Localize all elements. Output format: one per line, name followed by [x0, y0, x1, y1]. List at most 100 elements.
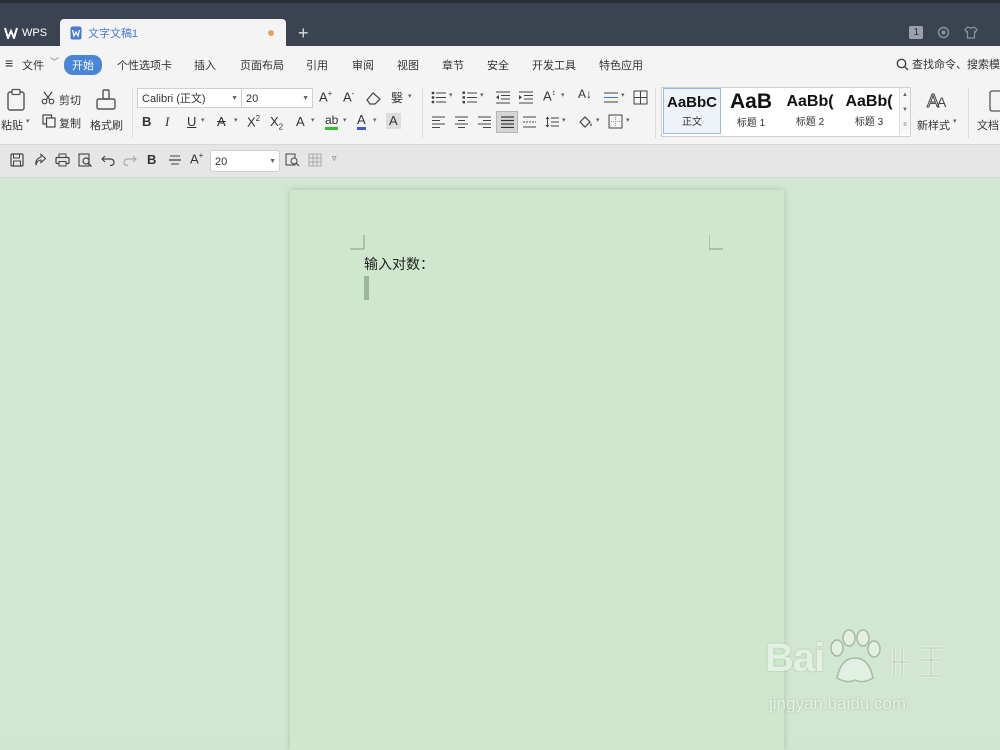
text-direction-icon[interactable]: A↕	[543, 88, 556, 103]
style-heading-1[interactable]: AaB 标题 1	[722, 88, 780, 134]
menu-references[interactable]: 引用	[306, 57, 328, 73]
chevron-down-icon[interactable]: ▾	[626, 116, 630, 124]
more-styles-icon[interactable]: ≡	[900, 118, 910, 133]
chevron-down-icon[interactable]: ▾	[480, 91, 484, 99]
chevron-down-icon[interactable]: ▾	[562, 116, 566, 124]
chevron-down-icon[interactable]: ▼	[900, 103, 910, 118]
new-style-button[interactable]: AA	[926, 89, 950, 112]
format-painter-button[interactable]	[94, 88, 118, 112]
align-right-button[interactable]	[477, 116, 492, 128]
chevron-down-icon[interactable]: ▾	[234, 116, 238, 124]
window-count-badge[interactable]: 1	[909, 26, 923, 39]
chevron-down-icon[interactable]: ▾	[621, 91, 625, 99]
menu-view[interactable]: 视图	[397, 57, 419, 73]
menu-chapter[interactable]: 章节	[442, 57, 464, 73]
new-tab-button[interactable]: +	[298, 24, 309, 42]
wps-home-tab[interactable]: WPS	[0, 20, 60, 46]
character-shading-icon[interactable]: A	[386, 113, 401, 129]
text-effect-icon[interactable]: A	[296, 114, 305, 129]
chevron-down-icon[interactable]: ▾	[311, 116, 315, 124]
redo-button[interactable]	[123, 153, 137, 167]
align-left-button[interactable]	[431, 116, 446, 128]
increase-indent-button[interactable]	[518, 91, 534, 104]
output-pdf-button[interactable]	[33, 153, 47, 167]
font-size-select[interactable]: 20 ▼	[241, 88, 313, 108]
cloud-sync-icon[interactable]	[937, 26, 950, 39]
cut-button[interactable]	[41, 91, 55, 105]
strikethrough-icon[interactable]: A	[217, 114, 226, 129]
superscript-icon[interactable]: X2	[247, 114, 260, 129]
doc-assistant-label[interactable]: 文档	[977, 117, 999, 133]
borders-button[interactable]	[608, 114, 623, 129]
grow-font-icon[interactable]: A+	[190, 151, 203, 166]
format-painter-label[interactable]: 格式刷	[90, 117, 123, 133]
phonetic-guide-icon[interactable]: 嫛	[391, 89, 403, 106]
underline-icon[interactable]: U	[187, 114, 196, 129]
menu-insert[interactable]: 插入	[194, 57, 216, 73]
chevron-down-icon[interactable]: ▾	[561, 91, 565, 99]
paste-label[interactable]: 粘贴	[1, 117, 23, 133]
chevron-up-icon[interactable]: ▲	[900, 88, 910, 103]
command-search[interactable]: 查找命令、搜索模板	[896, 56, 1000, 72]
hamburger-menu-icon[interactable]: ≡	[5, 55, 13, 71]
font-color-icon[interactable]: A	[357, 113, 366, 130]
grow-font-icon[interactable]: A+	[319, 89, 332, 104]
menu-page-layout[interactable]: 页面布局	[240, 57, 284, 73]
new-style-label[interactable]: 新样式	[917, 117, 950, 133]
chevron-down-icon[interactable]: ▾	[373, 116, 377, 124]
chevron-down-icon[interactable]: ▾	[596, 116, 600, 124]
copy-button[interactable]	[42, 114, 56, 128]
menu-personal-tab[interactable]: 个性选项卡	[117, 57, 172, 73]
align-center-button[interactable]	[454, 116, 469, 128]
decrease-indent-button[interactable]	[495, 91, 511, 104]
show-marks-button[interactable]	[633, 90, 648, 105]
menu-security[interactable]: 安全	[487, 57, 509, 73]
menu-file[interactable]: 文件	[22, 57, 44, 73]
document-page[interactable]: 输入对数：	[290, 190, 784, 750]
chevron-down-icon[interactable]: ▾	[953, 117, 957, 125]
font-name-select[interactable]: Calibri (正文) ▼	[137, 88, 242, 108]
sort-icon[interactable]: A↓	[578, 87, 592, 101]
paste-button[interactable]	[6, 88, 28, 112]
copy-label[interactable]: 复制	[59, 115, 81, 131]
style-normal[interactable]: AaBbC 正文	[663, 88, 721, 134]
italic-icon[interactable]: I	[165, 114, 169, 130]
find-replace-button[interactable]	[285, 153, 300, 167]
distributed-align-button[interactable]	[522, 116, 537, 128]
doc-assistant-button[interactable]	[989, 90, 1000, 112]
bold-icon[interactable]: B	[142, 114, 151, 129]
style-heading-2[interactable]: AaBb( 标题 2	[781, 88, 839, 134]
menu-developer-tools[interactable]: 开发工具	[532, 57, 576, 73]
document-body-text[interactable]: 输入对数：	[364, 254, 434, 274]
shading-fill-button[interactable]	[578, 114, 594, 129]
subscript-icon[interactable]: X2	[270, 114, 283, 132]
chevron-down-icon[interactable]: ▾	[201, 116, 205, 124]
chevron-down-icon[interactable]: ▾	[449, 91, 453, 99]
line-spacing-button[interactable]	[545, 116, 560, 128]
bullet-list-button[interactable]	[431, 91, 447, 104]
line-spacing-options-button[interactable]	[603, 91, 619, 104]
print-button[interactable]	[55, 153, 70, 167]
paste-dropdown-icon[interactable]: ▾	[26, 117, 30, 125]
skin-shirt-icon[interactable]	[964, 26, 978, 39]
bold-icon[interactable]: B	[147, 152, 156, 167]
clear-format-button[interactable]	[366, 91, 382, 105]
style-gallery-scroll[interactable]: ▲ ▼ ≡	[899, 88, 910, 134]
menu-review[interactable]: 审阅	[352, 57, 374, 73]
shrink-font-icon[interactable]: A-	[343, 89, 354, 104]
justify-button[interactable]	[496, 111, 518, 133]
chevron-down-icon[interactable]: ▾	[343, 116, 347, 124]
undo-button[interactable]	[101, 153, 115, 167]
style-heading-3[interactable]: AaBb( 标题 3	[840, 88, 898, 134]
strikethrough-button[interactable]	[168, 153, 182, 167]
customize-toolbar-chevron-icon[interactable]: ▿	[332, 153, 337, 164]
save-button[interactable]	[10, 153, 24, 167]
chevron-down-icon[interactable]: ▾	[408, 92, 412, 100]
highlight-color-icon[interactable]: ab	[325, 113, 339, 130]
print-preview-button[interactable]	[78, 153, 93, 167]
numbered-list-button[interactable]	[462, 91, 478, 104]
file-dropdown-chevron-icon[interactable]: ﹀	[50, 55, 59, 68]
cut-label[interactable]: 剪切	[59, 92, 81, 108]
menu-special-apps[interactable]: 特色应用	[599, 57, 643, 73]
insert-table-button[interactable]	[308, 153, 322, 167]
